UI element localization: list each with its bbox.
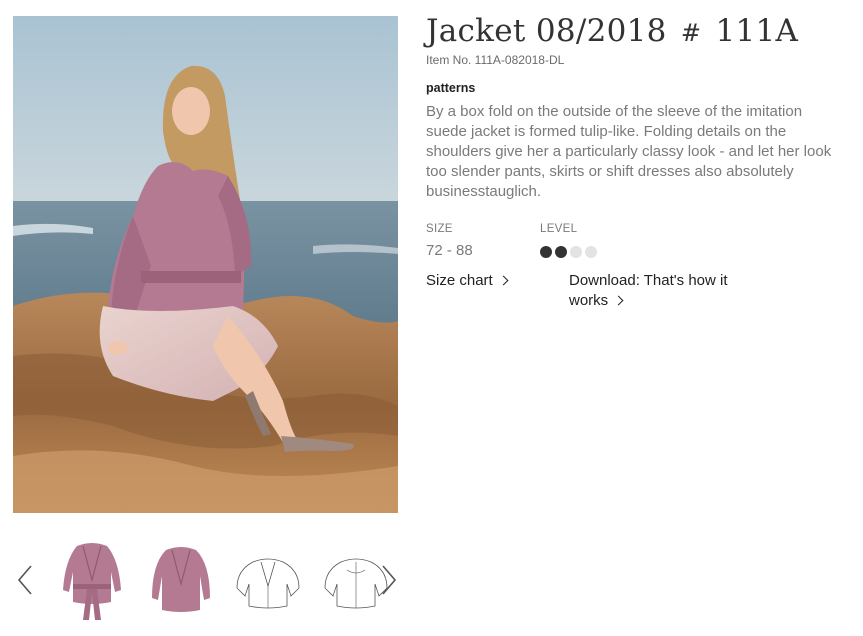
size-chart-link[interactable]: Size chart <box>426 271 509 291</box>
level-dot-empty <box>585 246 597 258</box>
thumbnail-carousel <box>13 536 398 626</box>
level-dot-empty <box>570 246 582 258</box>
product-title: Jacket 08/2018 # 111A <box>426 12 841 52</box>
size-value: 72 - 88 <box>426 242 473 259</box>
thumbnail-jacket-front[interactable] <box>148 540 214 622</box>
chevron-right-icon <box>498 275 509 286</box>
item-number: Item No. 111A-082018-DL <box>426 53 565 67</box>
size-chart-label: Size chart <box>426 272 493 289</box>
chevron-right-icon[interactable] <box>375 562 401 598</box>
product-title-text: Jacket 08/2018 <box>426 13 667 49</box>
hash-symbol: # <box>680 19 702 47</box>
category-label: patterns <box>426 81 476 95</box>
chevron-left-icon[interactable] <box>13 562 39 598</box>
product-gallery <box>13 16 398 513</box>
download-label: Download: That's how it works <box>569 272 728 309</box>
thumbnail-technical-drawing-front[interactable] <box>235 540 301 622</box>
product-description: By a box fold on the outside of the slee… <box>426 103 832 200</box>
size-label: SIZE <box>426 223 453 235</box>
main-product-photo[interactable] <box>13 16 398 513</box>
thumbnail-jacket-belted[interactable] <box>59 540 125 622</box>
download-link[interactable]: Download: That's how it works <box>569 271 759 311</box>
level-dot-filled <box>540 246 552 258</box>
product-links: Size chart Download: That's how it works <box>426 271 841 321</box>
level-dot-filled <box>555 246 567 258</box>
product-number: 111A <box>715 13 799 49</box>
product-info: Jacket 08/2018 # 111A Item No. 111A-0820… <box>426 12 841 321</box>
difficulty-level-indicator <box>540 246 597 258</box>
chevron-right-icon <box>613 295 624 306</box>
level-label: LEVEL <box>540 223 578 235</box>
